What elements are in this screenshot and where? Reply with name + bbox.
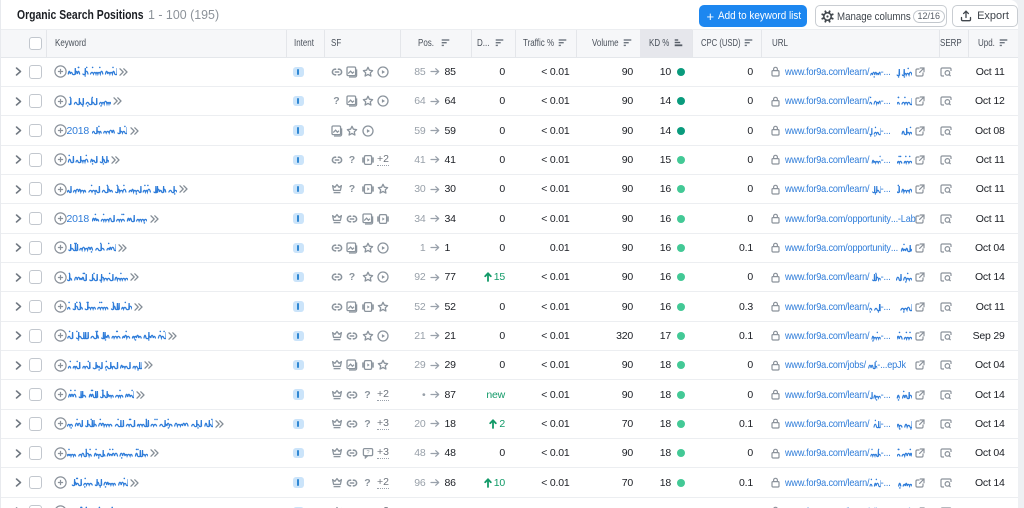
svg-text:?: ? bbox=[366, 450, 369, 456]
